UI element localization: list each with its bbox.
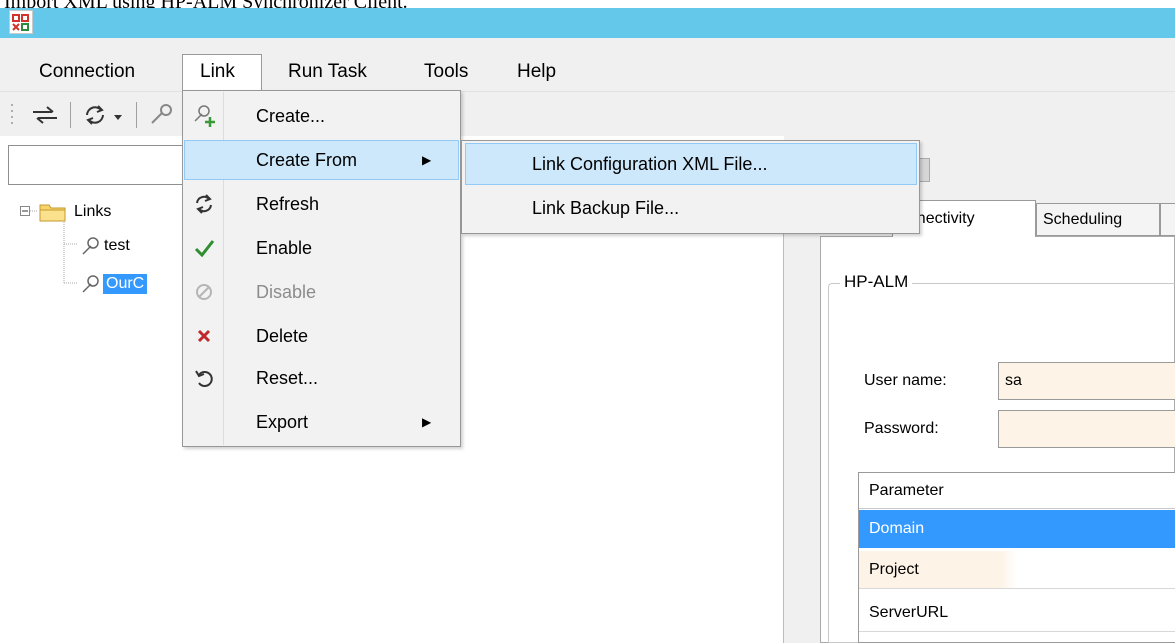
delete-x-icon [184, 316, 224, 356]
toolbar-separator [136, 102, 137, 128]
tab-scheduling[interactable]: Scheduling [1036, 203, 1160, 236]
submenu-arrow-icon: ▶ [422, 415, 432, 429]
menu-item-reset[interactable]: Reset... [184, 358, 459, 398]
menu-run-task[interactable]: Run Task [288, 55, 367, 89]
password-field[interactable] [998, 410, 1175, 448]
menu-connection[interactable]: Connection [39, 55, 135, 89]
submenu-item-link-configuration-xml[interactable]: Link Configuration XML File... [532, 144, 767, 184]
folder-icon [38, 200, 68, 224]
menu-item-enable[interactable]: Enable [184, 228, 459, 268]
grid-row-domain[interactable]: Domain [859, 510, 1175, 548]
password-label: Password: [864, 420, 939, 437]
app-logo-icon [9, 10, 33, 34]
menu-item-label: Create... [256, 106, 326, 126]
submenu-item-link-backup-file[interactable]: Link Backup File... [532, 188, 679, 228]
tree-item-test[interactable]: test [104, 236, 130, 256]
refresh-icon [184, 184, 224, 224]
hp-alm-group-title: HP-ALM [840, 272, 913, 292]
link-item-icon [80, 235, 100, 257]
menu-item-label: Disable [256, 282, 317, 302]
menu-item-create-from[interactable]: Create From ▶ [184, 140, 459, 180]
menu-link[interactable]: Link [200, 55, 235, 89]
tree-root-links[interactable]: Links [74, 202, 111, 222]
menu-item-label: Refresh [256, 194, 320, 214]
grid-row-project[interactable]: Project [859, 551, 1175, 589]
tab-overflow[interactable] [1160, 203, 1175, 236]
menu-item-create[interactable]: Create... [184, 96, 459, 136]
menu-item-disable[interactable]: Disable [184, 272, 459, 312]
username-field[interactable]: sa [998, 362, 1175, 400]
menu-item-label: Reset... [256, 368, 319, 388]
refresh-toolbar-icon[interactable] [82, 103, 108, 127]
create-link-icon [184, 96, 224, 136]
link-item-icon [80, 273, 100, 295]
toolbar-separator [70, 102, 71, 128]
menu-item-delete[interactable]: Delete [184, 316, 459, 356]
menu-bar [0, 38, 1175, 92]
menu-item-refresh[interactable]: Refresh [184, 184, 459, 224]
username-label: User name: [864, 372, 947, 389]
tree-item-ourc-selected[interactable]: OurC [103, 274, 148, 294]
menu-item-label: Delete [256, 326, 309, 346]
menu-item-export[interactable]: Export ▶ [184, 402, 459, 442]
title-bar [0, 8, 1175, 38]
menu-help[interactable]: Help [517, 55, 556, 89]
connect-swap-icon[interactable] [30, 103, 60, 127]
reset-icon [184, 358, 224, 398]
link-toolbar-icon[interactable] [146, 103, 176, 127]
grid-header-parameter[interactable]: Parameter [859, 473, 1175, 509]
submenu-arrow-icon: ▶ [422, 153, 432, 167]
toolbar [0, 92, 1175, 136]
toolbar-grip [10, 100, 14, 130]
grid-row-serverurl[interactable]: ServerURL [859, 594, 1175, 632]
menu-item-label: Export [256, 412, 309, 432]
menu-tools[interactable]: Tools [424, 55, 468, 89]
disable-icon [184, 272, 224, 312]
link-filter-input[interactable] [8, 145, 194, 185]
chevron-down-icon[interactable] [112, 110, 124, 122]
menu-item-label: Enable [256, 238, 313, 258]
check-icon [184, 228, 224, 268]
menu-item-label: Create From [256, 150, 358, 170]
